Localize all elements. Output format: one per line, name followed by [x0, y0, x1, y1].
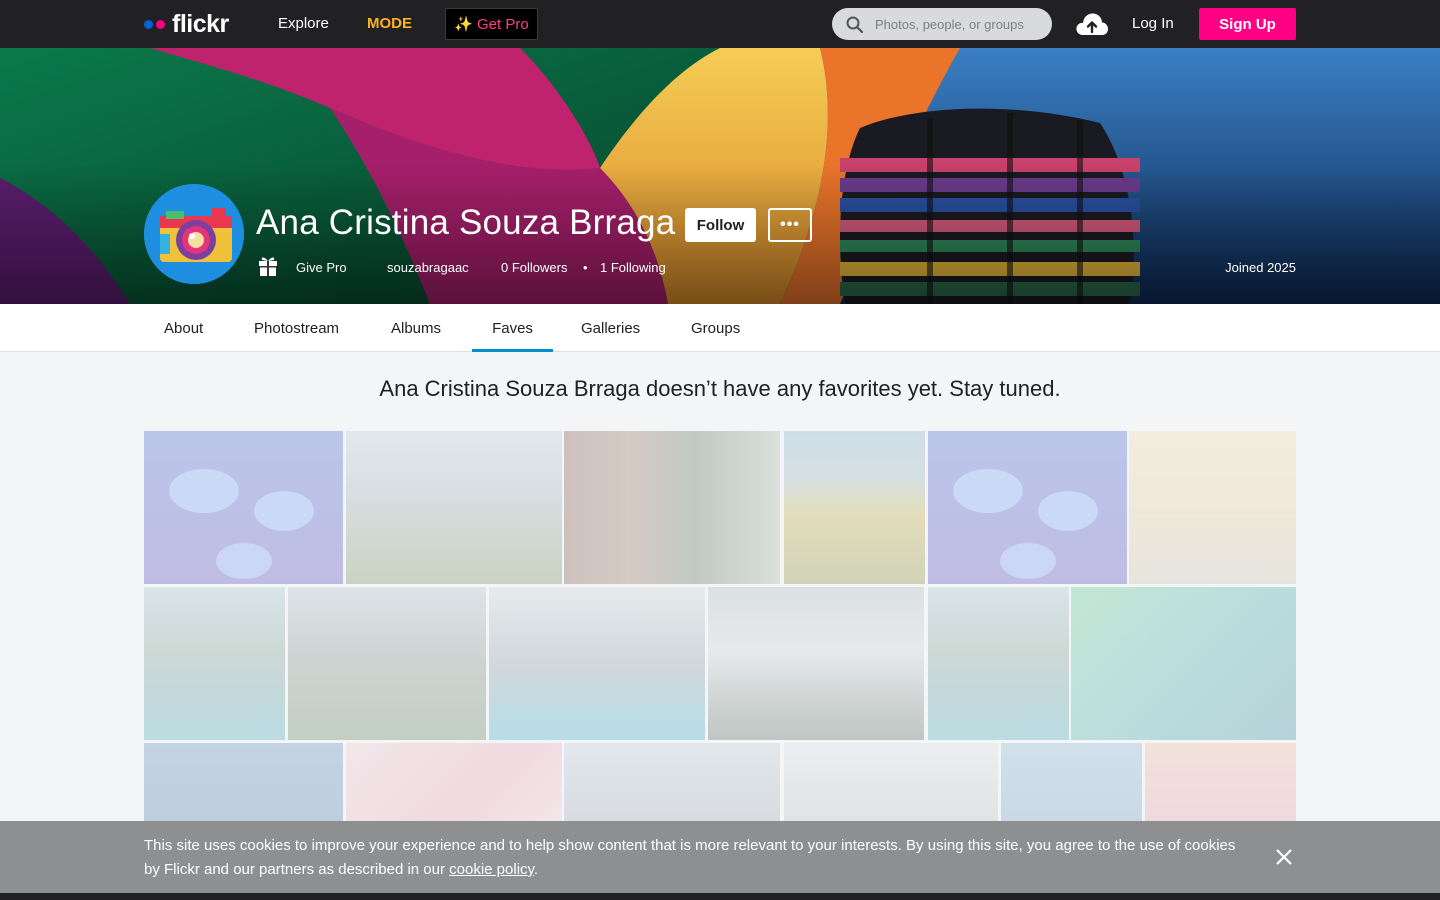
tile-fade — [144, 743, 343, 831]
grid-photo-mountain-valley — [346, 431, 562, 584]
placeholder-photo-grid — [144, 431, 1296, 831]
tile-fade — [1001, 743, 1142, 831]
tile-fade — [346, 743, 562, 831]
close-icon[interactable] — [1274, 847, 1294, 867]
grid-photo-lakeside — [1001, 743, 1142, 831]
grid-photo-jellyfish — [144, 431, 343, 584]
meta-separator: • — [583, 260, 588, 275]
login-link[interactable]: Log In — [1132, 15, 1174, 32]
logo-wordmark: flickr — [172, 9, 229, 38]
tab-galleries[interactable]: Galleries — [581, 304, 640, 352]
grid-photo-forest — [564, 431, 780, 584]
upload-cloud-icon — [1076, 13, 1108, 35]
grid-photo-blue-water — [144, 743, 343, 831]
camera-avatar-icon — [144, 184, 244, 284]
profile-name: Ana Cristina Souza Brraga — [256, 203, 676, 242]
following-count[interactable]: 1 Following — [600, 260, 666, 275]
tile-fade — [288, 587, 486, 740]
search-icon — [846, 16, 863, 33]
follow-button[interactable]: Follow — [685, 208, 756, 242]
grid-photo-alpine-lake — [489, 587, 705, 740]
empty-faves-message: Ana Cristina Souza Brraga doesn’t have a… — [379, 376, 1061, 401]
get-pro-button[interactable]: ✨ Get Pro — [445, 8, 538, 40]
grid-photo-jellyfish-2 — [928, 431, 1127, 584]
sparkle-icon: ✨ — [454, 16, 473, 33]
tile-fade — [346, 431, 562, 584]
joined-date: Joined 2025 — [1225, 260, 1296, 275]
more-options-button[interactable]: ••• — [768, 208, 812, 242]
search-input[interactable] — [875, 16, 1045, 32]
upload-button[interactable] — [1075, 12, 1109, 41]
grid-photo-sunset-pier — [1145, 743, 1296, 831]
nav-explore-link[interactable]: Explore — [278, 15, 329, 32]
tab-faves[interactable]: Faves — [472, 304, 553, 352]
grid-photo-beach — [1129, 431, 1296, 584]
tab-albums[interactable]: Albums — [391, 304, 441, 352]
grid-photo-leaf — [1071, 587, 1296, 740]
grid-photo-hills — [564, 743, 780, 831]
tile-fade — [144, 587, 285, 740]
cookie-text: This site uses cookies to improve your e… — [144, 834, 1254, 882]
profile-cover: Ana Cristina Souza Brraga Follow ••• Giv… — [0, 48, 1440, 304]
avatar[interactable] — [144, 184, 244, 284]
cookie-text-end: . — [533, 861, 539, 878]
cookie-text-body: This site uses cookies to improve your e… — [144, 837, 1236, 878]
tile-fade — [708, 587, 924, 740]
search-box[interactable] — [832, 8, 1052, 40]
signup-button[interactable]: Sign Up — [1199, 8, 1296, 40]
tile-fade — [928, 587, 1069, 740]
tile-fade — [144, 431, 343, 584]
profile-tabs: About Photostream Albums Faves Galleries… — [0, 304, 1440, 352]
cookie-banner: This site uses cookies to improve your e… — [0, 821, 1440, 893]
grid-photo-pink-flower — [346, 743, 562, 831]
logo-pink-dot — [156, 19, 165, 29]
nav-mode-link[interactable]: MODE — [367, 15, 412, 32]
logo-blue-dot — [144, 19, 153, 29]
tab-about[interactable]: About — [164, 304, 203, 352]
tile-fade — [928, 431, 1127, 584]
cookie-policy-link[interactable]: cookie policy — [449, 861, 534, 878]
tile-fade — [1071, 587, 1296, 740]
username: souzabragaac — [387, 260, 469, 275]
gift-icon[interactable] — [258, 255, 278, 277]
grid-photo-fog-mountains — [784, 743, 998, 831]
flickr-logo[interactable]: flickr — [144, 9, 229, 38]
grid-photo-lake-reflection — [144, 587, 285, 740]
tile-fade — [784, 431, 925, 584]
top-nav: flickr Explore MODE ✨ Get Pro Log In Sig… — [0, 0, 1440, 48]
tab-groups[interactable]: Groups — [691, 304, 740, 352]
tile-fade — [784, 743, 998, 831]
grid-photo-lake-reflection-2 — [928, 587, 1069, 740]
grid-photo-rocky-peaks — [288, 587, 486, 740]
tile-fade — [1145, 743, 1296, 831]
footer-strip — [0, 893, 1440, 900]
give-pro-link[interactable]: Give Pro — [296, 260, 347, 275]
tile-fade — [564, 431, 780, 584]
tab-photostream[interactable]: Photostream — [254, 304, 339, 352]
followers-count[interactable]: 0 Followers — [501, 260, 567, 275]
grid-photo-field — [784, 431, 925, 584]
get-pro-label: Get Pro — [477, 15, 529, 33]
tile-fade — [564, 743, 780, 831]
grid-photo-misty-forest — [708, 587, 924, 740]
tile-fade — [1129, 431, 1296, 584]
tile-fade — [489, 587, 705, 740]
